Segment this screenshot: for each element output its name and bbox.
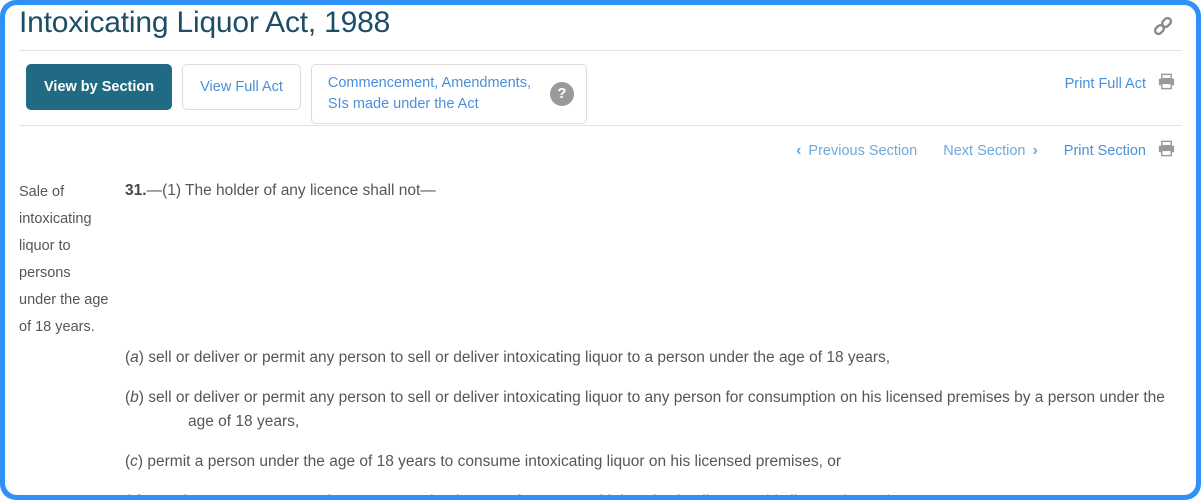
paragraph-d-text: permit any person to supply a person und… (148, 493, 918, 495)
chevron-left-icon: ‹ (796, 141, 802, 159)
next-section-label: Next Section (943, 142, 1026, 159)
section-navigation: ‹ Previous Section Next Section › Print … (5, 126, 1196, 171)
paragraph-a-label: (a) (125, 349, 144, 367)
view-toolbar: View by Section View Full Act Commenceme… (5, 51, 1196, 125)
print-full-act-label: Print Full Act (1064, 75, 1146, 92)
paragraph-d: (d) permit any person to supply a person… (125, 490, 1175, 495)
chevron-right-icon: › (1032, 141, 1038, 159)
previous-section-label: Previous Section (808, 142, 918, 159)
tab-view-by-section[interactable]: View by Section (26, 64, 173, 110)
print-section-label: Print Section (1063, 142, 1146, 159)
paragraph-b-text: sell or deliver or permit any person to … (148, 389, 1165, 431)
paragraph-b: (b) sell or deliver or permit any person… (125, 386, 1175, 434)
paragraph-c: (c) permit a person under the age of 18 … (125, 450, 1175, 474)
tab-view-full-act[interactable]: View Full Act (182, 64, 301, 110)
section-number: 31. (125, 182, 147, 199)
margin-note: Sale of intoxicating liquor to persons u… (19, 184, 109, 335)
next-section-button[interactable]: Next Section › (943, 141, 1038, 159)
print-section-button[interactable]: Print Section (1064, 139, 1176, 162)
section-text: 31.—(1) The holder of any licence shall … (125, 171, 1180, 495)
paragraph-a: (a) sell or deliver or permit any person… (125, 346, 1175, 370)
tab-view-full-act-label: View Full Act (200, 79, 283, 95)
printer-icon (1157, 139, 1176, 162)
tab-commencement-amendments[interactable]: Commencement, Amendments, SIs made under… (310, 64, 587, 125)
page-title: Intoxicating Liquor Act, 1988 (19, 6, 391, 39)
paragraph-list: (a) sell or deliver or permit any person… (125, 346, 1180, 495)
act-page: Intoxicating Liquor Act, 1988 View by Se… (5, 5, 1196, 495)
section-content: Sale of intoxicating liquor to persons u… (5, 171, 1196, 495)
printer-icon (1157, 72, 1176, 95)
previous-section-button[interactable]: ‹ Previous Section (796, 141, 918, 159)
page-header: Intoxicating Liquor Act, 1988 (5, 5, 1196, 50)
paragraph-a-text: sell or deliver or permit any person to … (148, 349, 891, 367)
subsection-marker: —(1) (146, 182, 186, 199)
paragraph-d-label: (d) (125, 493, 144, 495)
subsection-1: 31.—(1) The holder of any licence shall … (125, 179, 1180, 202)
paragraph-b-label: (b) (125, 389, 144, 407)
view-tabs: View by Section View Full Act Commenceme… (26, 64, 587, 125)
tab-view-by-section-label: View by Section (44, 79, 155, 95)
subsection-intro-text: The holder of any licence shall not— (185, 182, 436, 199)
paragraph-c-text: permit a person under the age of 18 year… (147, 453, 841, 471)
question-mark-icon[interactable]: ? (549, 82, 574, 107)
paragraph-c-label: (c) (125, 453, 144, 471)
browser-focus-frame: Intoxicating Liquor Act, 1988 View by Se… (0, 0, 1201, 500)
link-chain-icon[interactable] (1150, 13, 1176, 39)
print-full-act-button[interactable]: Print Full Act (1065, 72, 1176, 95)
tab-commencement-amendments-label: Commencement, Amendments, SIs made under… (327, 75, 531, 113)
